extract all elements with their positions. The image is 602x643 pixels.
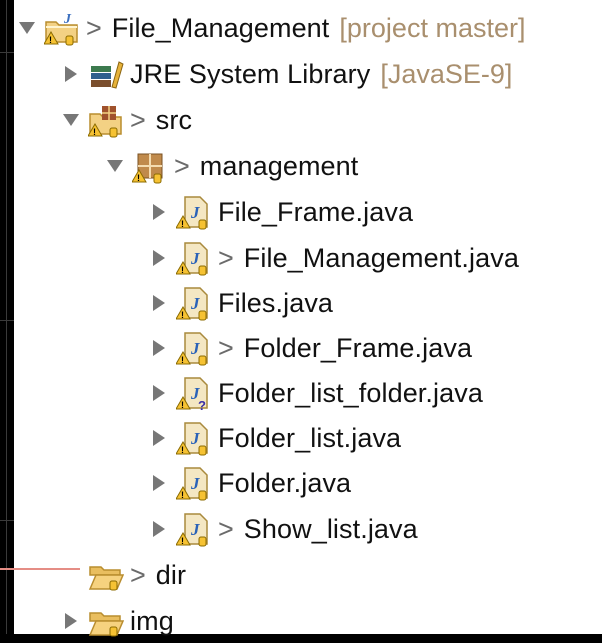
dirty-indicator: > [130,559,146,590]
svg-text:!: ! [49,35,52,45]
tree-item-dir-folder[interactable]: > dir [88,553,186,597]
svg-text:!: ! [181,265,184,275]
collapsed-arrow-icon[interactable] [148,337,170,359]
collapsed-arrow-icon[interactable] [148,292,170,314]
tree-item-src-folder[interactable]: ! > src [60,98,192,142]
java-file-icon: J ! [176,285,212,321]
annotation-pointer-line [0,568,80,570]
java-file-icon: J ! [176,511,212,547]
collapsed-arrow-icon[interactable] [148,201,170,223]
library-books-icon [88,56,124,92]
dir-name: dir [155,559,187,590]
dirty-indicator: > [86,12,102,43]
svg-text:J: J [190,294,200,313]
svg-text:!: ! [181,536,184,546]
file-name: Folder_list_folder.java [218,377,483,408]
collapsed-arrow-icon[interactable] [60,610,82,632]
dirty-indicator: > [218,332,234,363]
file-name: Folder_Frame.java [243,332,473,363]
collapsed-arrow-icon[interactable] [148,382,170,404]
dirty-indicator: > [218,513,234,544]
expanded-arrow-icon[interactable] [16,17,38,39]
tree-item-java-file[interactable]: J ! Files.java [148,281,333,325]
svg-text:!: ! [181,400,184,410]
package-explorer-tree: J ! > File_Management [project master] J… [14,0,602,637]
dirty-indicator: > [218,242,234,273]
svg-text:!: ! [181,490,184,500]
tree-item-project[interactable]: J ! > File_Management [project master] [16,6,525,50]
svg-text:J: J [190,249,200,268]
tree-item-java-file[interactable]: J ! File_Frame.java [148,190,413,234]
file-name: Show_list.java [243,513,418,544]
java-file-icon: J ! [176,330,212,366]
package-name: management [199,150,359,181]
java-file-icon: J ! [176,465,212,501]
svg-text:!: ! [181,310,184,320]
package-icon: ! [132,148,168,184]
git-branch-decoration: [project master] [339,12,526,43]
img-name: img [130,605,174,636]
svg-text:?: ? [198,398,206,411]
file-name: File_Management.java [243,242,519,273]
dirty-indicator: > [174,150,190,181]
tree-item-jre-library[interactable]: JRE System Library [JavaSE-9] [60,52,512,96]
svg-text:J: J [190,474,200,493]
project-name: File_Management [111,12,330,43]
tree-item-java-file[interactable]: J ! > Folder_Frame.java [148,326,472,370]
collapsed-arrow-icon[interactable] [148,247,170,269]
java-project-icon: J ! [44,10,80,46]
java-file-icon: J ! [176,194,212,230]
file-name: Files.java [218,287,334,318]
expanded-arrow-icon[interactable] [104,155,126,177]
java-file-icon: J ! [176,420,212,456]
file-name: Folder.java [218,467,352,498]
svg-text:!: ! [181,445,184,455]
svg-text:J: J [190,429,200,448]
svg-text:!: ! [181,355,184,365]
collapsed-arrow-icon[interactable] [148,427,170,449]
java-file-icon: J ! [176,240,212,276]
java-file-unversioned-icon: J ! ? [176,375,212,411]
tree-item-java-file[interactable]: J ! > Show_list.java [148,507,418,551]
file-name: Folder_list.java [218,422,402,453]
svg-text:J: J [190,520,200,539]
tree-item-package[interactable]: ! > management [104,144,358,188]
jre-name: JRE System Library [130,58,371,89]
collapsed-arrow-icon[interactable] [60,63,82,85]
src-name: src [155,104,193,135]
background-grid-line [6,0,7,634]
expanded-arrow-icon[interactable] [60,109,82,131]
tree-item-java-file[interactable]: J ! ? Folder_list_folder.java [148,371,483,415]
svg-text:J: J [190,203,200,222]
svg-text:!: ! [181,219,184,229]
collapsed-arrow-icon[interactable] [148,472,170,494]
tree-item-img-folder[interactable]: img [60,599,174,643]
svg-text:!: ! [137,173,140,183]
collapsed-arrow-icon[interactable] [148,518,170,540]
dirty-indicator: > [130,104,146,135]
svg-text:J: J [63,12,72,27]
tree-item-java-file[interactable]: J ! Folder_list.java [148,416,401,460]
source-folder-icon: ! [88,102,124,138]
open-folder-icon [88,557,124,593]
tree-item-java-file[interactable]: J ! Folder.java [148,461,351,505]
svg-text:J: J [190,339,200,358]
tree-item-java-file[interactable]: J ! > File_Management.java [148,236,519,280]
svg-text:!: ! [93,127,96,137]
jre-version-decoration: [JavaSE-9] [380,58,513,89]
file-name: File_Frame.java [218,196,414,227]
